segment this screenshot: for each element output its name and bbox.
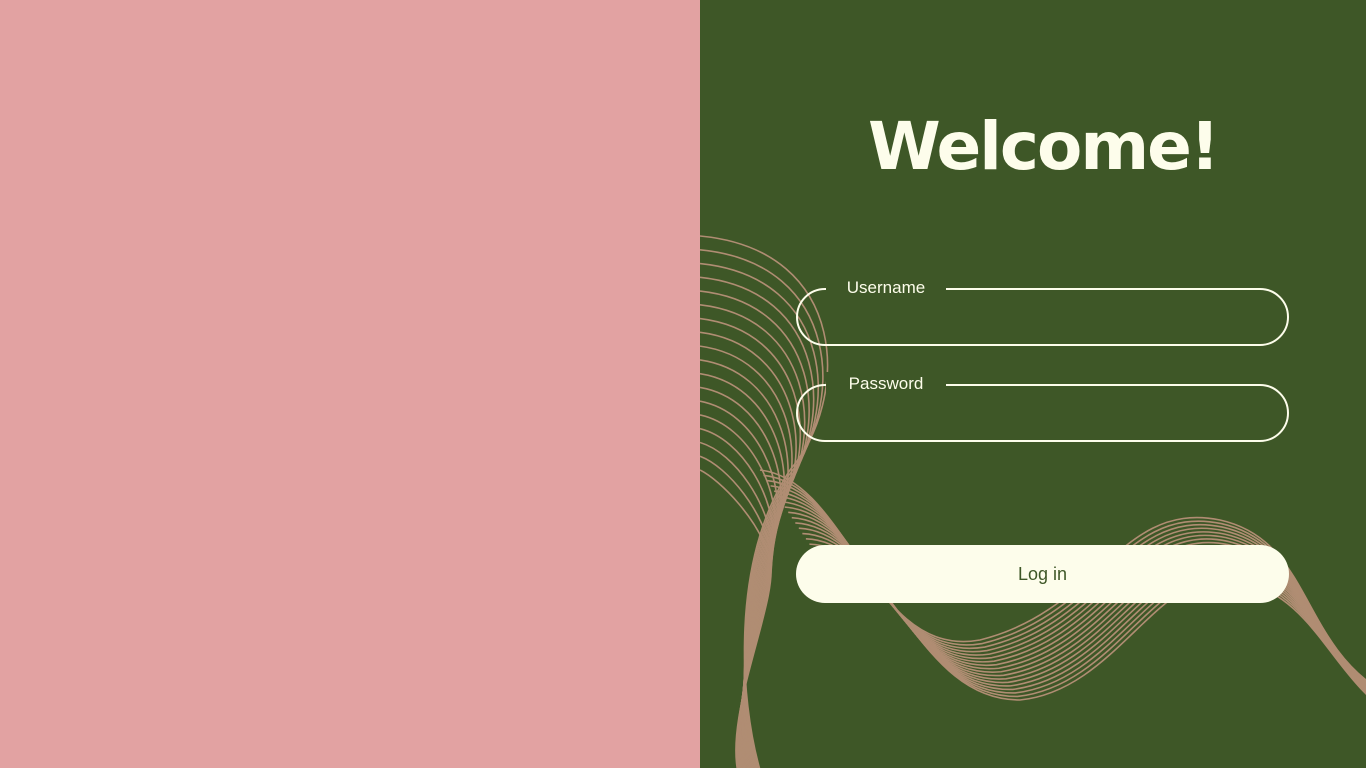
wave-line — [700, 290, 810, 768]
password-field[interactable]: Password — [796, 372, 1289, 442]
login-button[interactable]: Log in — [796, 545, 1289, 603]
left-color-panel — [0, 0, 700, 768]
wave-line — [700, 414, 777, 768]
login-page: Welcome! Username Password Log in — [0, 0, 1366, 768]
wave-line — [700, 304, 806, 768]
welcome-title: Welcome! — [868, 108, 1220, 185]
username-label: Username — [846, 278, 926, 297]
wave-line — [700, 317, 802, 768]
username-field[interactable]: Username — [796, 276, 1289, 346]
username-input[interactable] — [824, 298, 1268, 334]
login-panel: Welcome! Username Password Log in — [700, 0, 1366, 768]
wave-line — [784, 506, 1366, 687]
password-input[interactable] — [824, 394, 1268, 430]
password-label: Password — [848, 374, 924, 393]
